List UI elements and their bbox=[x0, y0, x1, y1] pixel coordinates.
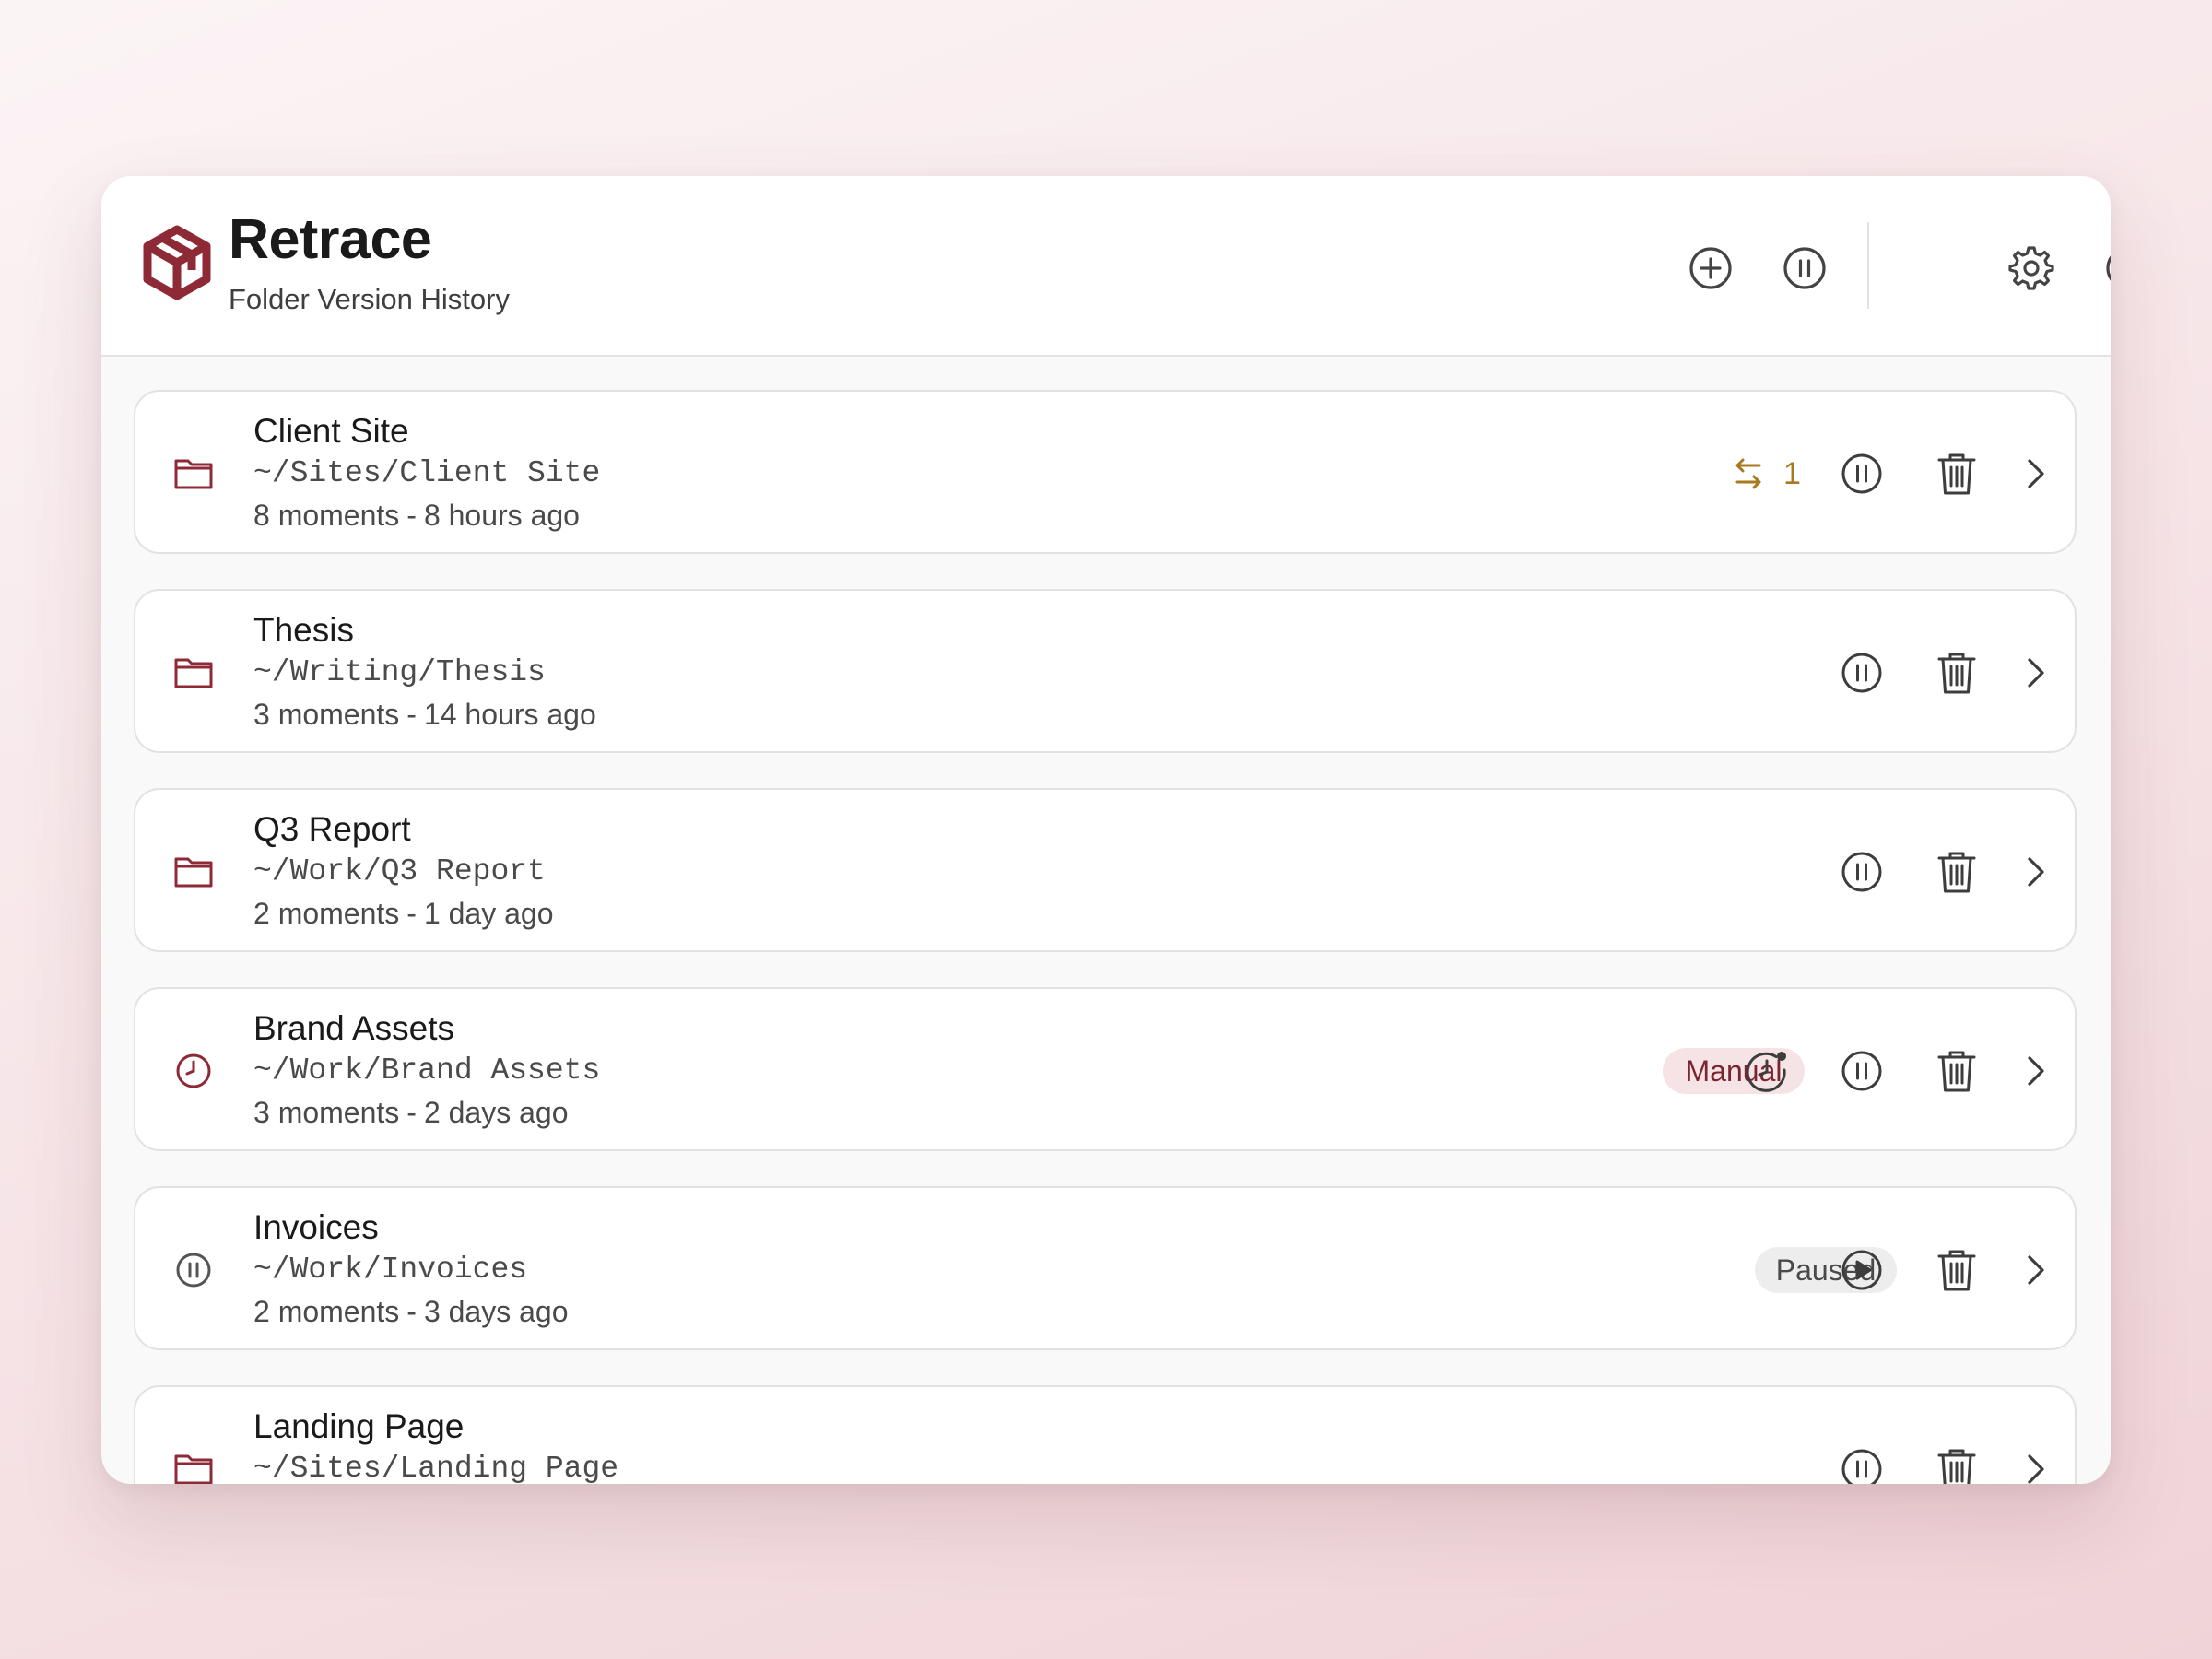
open-details-button[interactable] bbox=[2011, 848, 2059, 896]
pause-button[interactable] bbox=[1838, 649, 1886, 697]
power-icon bbox=[2106, 255, 2111, 281]
pending-sync-indicator: 1 bbox=[1730, 453, 1801, 495]
pause-all-button[interactable] bbox=[1781, 244, 1829, 292]
trash-icon bbox=[1937, 1051, 1976, 1092]
folder-meta: 8 moments -8 hours ago bbox=[253, 499, 580, 532]
pause-button[interactable] bbox=[1838, 1047, 1886, 1095]
last-updated: 2 days ago bbox=[423, 1096, 569, 1129]
open-details-button[interactable] bbox=[2011, 450, 2059, 498]
open-details-button[interactable] bbox=[2011, 1445, 2059, 1484]
last-updated: 14 hours ago bbox=[423, 698, 596, 731]
folder-card-landing-page[interactable]: Landing Page ~/Sites/Landing Page bbox=[134, 1385, 2077, 1484]
pause-button[interactable] bbox=[1838, 1445, 1886, 1484]
resume-button[interactable] bbox=[1838, 1246, 1886, 1294]
pause-circle-icon bbox=[1841, 852, 1882, 892]
sync-arrows-icon bbox=[1735, 458, 1761, 489]
trash-icon bbox=[1937, 852, 1976, 893]
folder-meta: 2 moments -3 days ago bbox=[253, 1295, 569, 1328]
play-circle-icon bbox=[1841, 1250, 1882, 1290]
delete-button[interactable] bbox=[1933, 450, 1981, 498]
folder-list: Client Site ~/Sites/Client Site 8 moment… bbox=[101, 357, 2111, 1484]
delete-button[interactable] bbox=[1933, 649, 1981, 697]
folder-card-client-site[interactable]: Client Site ~/Sites/Client Site 8 moment… bbox=[134, 390, 2077, 554]
folder-path: ~/Work/Brand Assets bbox=[253, 1053, 601, 1088]
header: Retrace Folder Version History bbox=[101, 176, 2111, 357]
delete-button[interactable] bbox=[1933, 1246, 1981, 1294]
moments-count: 2 moments bbox=[253, 1295, 400, 1328]
chevron-right-icon bbox=[2028, 658, 2044, 688]
folder-card-thesis[interactable]: Thesis ~/Writing/Thesis 3 moments -14 hou… bbox=[134, 589, 2077, 753]
chevron-right-icon bbox=[2028, 1454, 2044, 1484]
open-details-button[interactable] bbox=[2011, 1246, 2059, 1294]
folder-name: Brand Assets bbox=[253, 1009, 455, 1047]
last-updated: 1 day ago bbox=[423, 897, 554, 930]
app-window: Retrace Folder Version History Client Si… bbox=[101, 176, 2111, 1484]
plus-circle-icon bbox=[1689, 247, 1732, 289]
folder-icon bbox=[172, 652, 215, 694]
add-folder-button[interactable] bbox=[1687, 244, 1735, 292]
last-updated: 8 hours ago bbox=[423, 499, 580, 532]
folder-name: Invoices bbox=[253, 1208, 379, 1246]
chevron-right-icon bbox=[2028, 459, 2044, 488]
moments-count: 8 moments bbox=[253, 499, 400, 532]
folder-meta: 3 moments -2 days ago bbox=[253, 1096, 569, 1129]
pause-circle-icon bbox=[1841, 453, 1882, 494]
app-subtitle: Folder Version History bbox=[229, 283, 510, 315]
quit-button[interactable] bbox=[2103, 244, 2111, 292]
chevron-right-icon bbox=[2028, 1056, 2044, 1086]
trash-icon bbox=[1937, 453, 1976, 495]
folder-card-brand-assets[interactable]: Brand Assets ~/Work/Brand Assets 3 momen… bbox=[134, 987, 2077, 1151]
folder-path: ~/Writing/Thesis bbox=[253, 655, 546, 689]
folder-card-q3-report[interactable]: Q3 Report ~/Work/Q3 Report 2 moments -1 d… bbox=[134, 788, 2077, 952]
clock-badge-icon bbox=[1746, 1052, 1786, 1092]
folder-icon bbox=[172, 851, 215, 893]
folder-name: Thesis bbox=[253, 611, 354, 649]
delete-button[interactable] bbox=[1933, 1445, 1981, 1484]
folder-name: Q3 Report bbox=[253, 810, 411, 848]
trash-icon bbox=[1937, 1449, 1976, 1484]
chevron-right-icon bbox=[2028, 1255, 2044, 1285]
pause-circle-icon bbox=[1841, 1449, 1882, 1484]
gear-icon bbox=[2008, 246, 2054, 290]
schedule-button[interactable] bbox=[1743, 1047, 1791, 1095]
pending-sync-count: 1 bbox=[1783, 455, 1801, 491]
folder-name: Client Site bbox=[253, 412, 409, 450]
trash-icon bbox=[1937, 653, 1976, 694]
moments-count: 3 moments bbox=[253, 698, 400, 731]
moments-count: 3 moments bbox=[253, 1096, 400, 1129]
folder-path: ~/Sites/Landing Page bbox=[253, 1452, 619, 1484]
app-title: Retrace bbox=[229, 207, 432, 270]
delete-button[interactable] bbox=[1933, 1047, 1981, 1095]
open-details-button[interactable] bbox=[2011, 1047, 2059, 1095]
folder-path: ~/Work/Invoices bbox=[253, 1253, 528, 1287]
pause-circle-icon bbox=[1783, 247, 1826, 289]
pause-button[interactable] bbox=[1838, 848, 1886, 896]
moments-count: 2 moments bbox=[253, 897, 400, 930]
folder-meta: 3 moments -14 hours ago bbox=[253, 698, 596, 731]
delete-button[interactable] bbox=[1933, 848, 1981, 896]
folder-icon bbox=[172, 1448, 215, 1484]
last-updated: 3 days ago bbox=[423, 1295, 569, 1328]
folder-card-invoices[interactable]: Invoices ~/Work/Invoices 2 moments -3 day… bbox=[134, 1186, 2077, 1350]
folder-meta: 2 moments -1 day ago bbox=[253, 897, 554, 930]
trash-icon bbox=[1937, 1250, 1976, 1291]
pause-circle-icon bbox=[1841, 653, 1882, 693]
pause-circle-icon bbox=[1841, 1051, 1882, 1091]
folder-name: Landing Page bbox=[253, 1407, 465, 1445]
retrace-logo-icon bbox=[143, 225, 211, 300]
header-divider bbox=[1867, 222, 1869, 309]
pause-button[interactable] bbox=[1838, 450, 1886, 498]
clock-icon bbox=[172, 1050, 215, 1092]
open-details-button[interactable] bbox=[2011, 649, 2059, 697]
chevron-right-icon bbox=[2028, 857, 2044, 887]
folder-path: ~/Sites/Client Site bbox=[253, 456, 601, 490]
folder-path: ~/Work/Q3 Report bbox=[253, 854, 546, 888]
folder-icon bbox=[172, 453, 215, 495]
settings-button[interactable] bbox=[2007, 244, 2055, 292]
pause-circle-icon bbox=[172, 1249, 215, 1291]
